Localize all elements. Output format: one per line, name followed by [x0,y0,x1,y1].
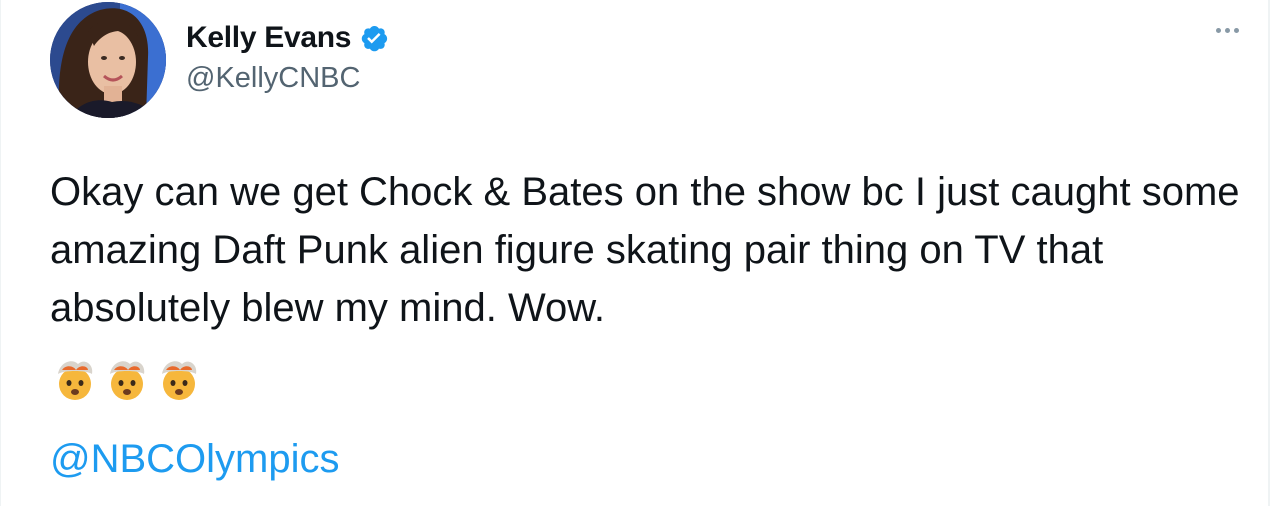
exploding-head-emoji [58,361,93,400]
more-horizontal-icon[interactable] [1216,28,1239,33]
avatar[interactable] [50,2,166,118]
tweet-header: Kelly Evans @KellyCNBC [50,0,389,120]
verified-badge-icon [359,23,389,53]
exploding-head-emoji [110,361,145,400]
more-dot [1234,28,1239,33]
author-handle[interactable]: @KellyCNBC [186,62,389,95]
more-dot [1225,28,1230,33]
emoji-row [52,356,202,402]
tweet-text: Okay can we get Chock & Bates on the sho… [50,170,1240,330]
mention-link[interactable]: @NBCOlympics [50,430,340,488]
name-row: Kelly Evans [186,18,389,58]
display-name[interactable]: Kelly Evans [186,21,351,55]
card-left-border [0,0,1,506]
author-names: Kelly Evans @KellyCNBC [186,18,389,95]
exploding-head-emoji [162,361,197,400]
more-dot [1216,28,1221,33]
tweet-card: Kelly Evans @KellyCNBC Okay can we get C… [0,0,1280,506]
card-right-border [1268,0,1270,506]
